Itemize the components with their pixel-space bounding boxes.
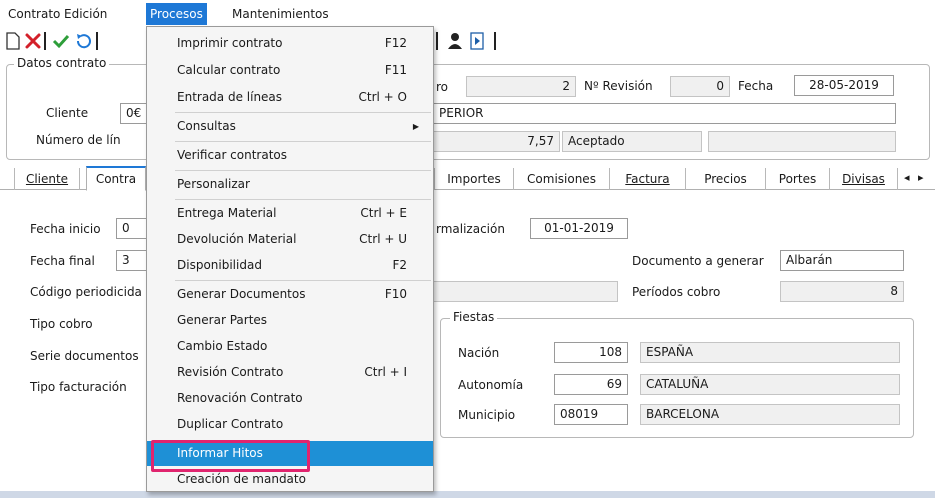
new-document-icon[interactable] [2, 30, 24, 52]
periodos-cobro-label: Períodos cobro [632, 285, 721, 299]
autonomia-label: Autonomía [458, 378, 524, 392]
tab-cliente[interactable]: Cliente [14, 168, 80, 190]
menu-item-entrada-lineas[interactable]: Entrada de líneas Ctrl + O [147, 85, 433, 110]
autonomia-name-field[interactable]: CATALUÑA [640, 374, 900, 395]
menu-item-generar-documentos[interactable]: Generar Documentos F10 [147, 282, 433, 307]
fecha-field[interactable]: 28-05-2019 [794, 75, 894, 96]
tabs-bar: Cliente Contra Importes Comisiones Factu… [0, 166, 935, 191]
toolbar-separator [44, 32, 46, 50]
toolbar-separator [436, 32, 438, 50]
tab-prev-icon[interactable]: ◂ [904, 171, 910, 184]
undo-icon[interactable] [72, 30, 94, 52]
tab-portes[interactable]: Portes [766, 168, 830, 190]
numero-lineas-label: Número de lín [36, 133, 121, 147]
codigo-periodicidad-label: Código periodicida [30, 285, 142, 299]
municipio-name-field[interactable]: BARCELONA [640, 404, 900, 425]
numero-field[interactable]: 2 [466, 76, 576, 97]
check-icon[interactable] [50, 30, 72, 52]
municipio-code-field[interactable]: 08019 [554, 404, 628, 425]
menu-item-revision-contrato[interactable]: Revisión Contrato Ctrl + I [147, 360, 433, 385]
formalizacion-field[interactable]: 01-01-2019 [530, 218, 628, 239]
menu-item-duplicar-contrato[interactable]: Duplicar Contrato [147, 412, 433, 437]
fecha-label: Fecha [738, 79, 774, 93]
codigo-periodicidad-field[interactable] [434, 281, 618, 302]
nacion-code-field[interactable]: 108 [554, 342, 628, 363]
nacion-label: Nación [458, 346, 500, 360]
export-icon[interactable] [466, 30, 488, 52]
serie-documentos-label: Serie documentos [30, 349, 139, 363]
menu-separator [175, 141, 431, 142]
fecha-final-label: Fecha final [30, 254, 95, 268]
extra-field[interactable] [708, 131, 896, 152]
toolbar-separator [96, 32, 98, 50]
highlight-box [151, 440, 310, 472]
menu-procesos[interactable]: Procesos [146, 3, 207, 25]
user-icon[interactable] [444, 30, 466, 52]
cliente-label: Cliente [46, 106, 89, 120]
toolbar-separator [494, 32, 496, 50]
nacion-name-field[interactable]: ESPAÑA [640, 342, 900, 363]
status-bar [0, 491, 935, 498]
menu-item-consultas[interactable]: Consultas ▶ [147, 114, 433, 139]
menu-contrato[interactable]: Contrato [4, 4, 64, 24]
menu-mantenimientos[interactable]: Mantenimientos [228, 4, 333, 24]
estado-field[interactable]: Aceptado [562, 131, 702, 152]
formalizacion-label: rmalización [436, 222, 505, 236]
municipio-label: Municipio [458, 408, 516, 422]
menu-item-calcular-contrato[interactable]: Calcular contrato F11 [147, 58, 433, 83]
tab-factura[interactable]: Factura [610, 168, 686, 190]
menu-separator [175, 170, 431, 171]
tab-contrato[interactable]: Contra [86, 166, 146, 191]
menu-item-verificar-contratos[interactable]: Verificar contratos [147, 143, 433, 168]
periodos-cobro-field[interactable]: 8 [780, 281, 904, 302]
tipo-cobro-label: Tipo cobro [30, 317, 93, 331]
menu-bar: Contrato Edición Procesos Mantenimientos [0, 0, 935, 26]
menu-separator [175, 112, 431, 113]
datos-contrato-title: Datos contrato [14, 56, 110, 70]
menu-item-imprimir-contrato[interactable]: Imprimir contrato F12 [147, 31, 433, 56]
menu-edicion[interactable]: Edición [60, 4, 111, 24]
descripcion-field[interactable]: PERIOR [434, 103, 896, 124]
toolbar [0, 26, 935, 56]
menu-item-generar-partes[interactable]: Generar Partes [147, 308, 433, 333]
menu-item-cambio-estado[interactable]: Cambio Estado [147, 334, 433, 359]
tipo-facturacion-label: Tipo facturación [30, 380, 127, 394]
submenu-arrow-icon: ▶ [412, 122, 419, 131]
menu-item-personalizar[interactable]: Personalizar [147, 172, 433, 197]
autonomia-code-field[interactable]: 69 [554, 374, 628, 395]
revision-label: Nº Revisión [584, 79, 653, 93]
numero-label-suffix: ro [436, 80, 449, 94]
tab-precios[interactable]: Precios [686, 168, 766, 190]
menu-separator [175, 199, 431, 200]
tab-divisas[interactable]: Divisas [830, 168, 898, 190]
menu-item-disponibilidad[interactable]: Disponibilidad F2 [147, 253, 433, 278]
procesos-dropdown-menu: Imprimir contrato F12 Calcular contrato F1… [146, 26, 434, 492]
fecha-inicio-label: Fecha inicio [30, 222, 101, 236]
importe-field[interactable]: 7,57 [434, 131, 560, 152]
revision-field[interactable]: 0 [670, 76, 730, 97]
tab-importes[interactable]: Importes [434, 168, 514, 190]
menu-item-renovacion-contrato[interactable]: Renovación Contrato [147, 386, 433, 411]
tab-next-icon[interactable]: ▸ [918, 171, 924, 184]
menu-item-entrega-material[interactable]: Entrega Material Ctrl + E [147, 201, 433, 226]
menu-separator [175, 280, 431, 281]
delete-icon[interactable] [22, 30, 44, 52]
tab-comisiones[interactable]: Comisiones [514, 168, 610, 190]
documento-generar-label: Documento a generar [632, 254, 764, 268]
menu-item-devolucion-material[interactable]: Devolución Material Ctrl + U [147, 227, 433, 252]
documento-generar-field[interactable]: Albarán [780, 250, 904, 271]
fiestas-title: Fiestas [450, 310, 498, 324]
